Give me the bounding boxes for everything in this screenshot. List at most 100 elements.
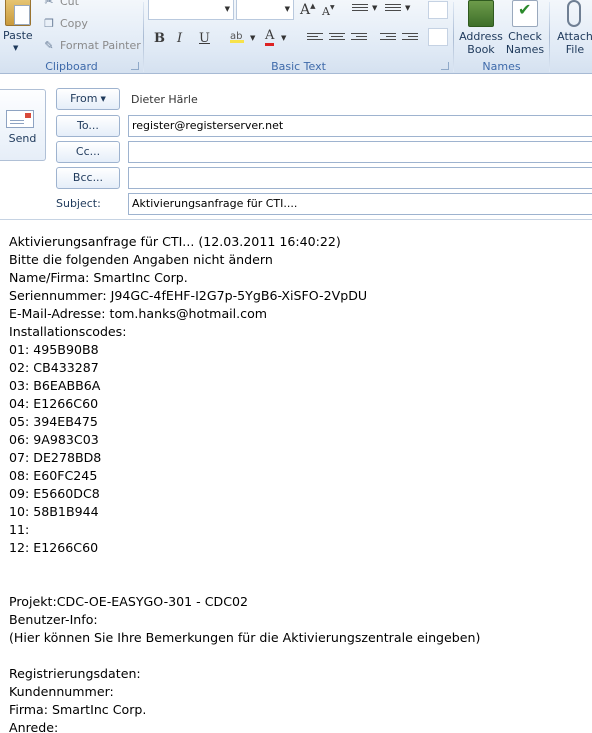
to-label: To... — [77, 119, 99, 132]
names-group: Address Book ✔ Check Names Names — [454, 0, 549, 73]
body-line: Bitte die folgenden Angaben nicht ändern — [9, 252, 273, 267]
bcc-label: Bcc... — [72, 171, 104, 184]
attach-file-button[interactable]: Attach File — [555, 0, 592, 56]
check-names-line1: Check — [508, 30, 542, 43]
cc-button[interactable]: Cc... — [56, 141, 120, 163]
underline-label: U — [199, 31, 210, 46]
copy-button[interactable]: ❐ Copy — [42, 17, 88, 30]
clipboard-launcher-icon[interactable] — [131, 62, 139, 70]
body-line: Kundennummer: — [9, 684, 114, 699]
shrink-font-button[interactable]: A▼ — [322, 4, 335, 18]
bold-button[interactable]: B — [154, 31, 165, 46]
body-line: 09: E5660DC8 — [9, 486, 100, 501]
body-line — [9, 575, 589, 593]
paintbrush-icon: ✎ — [44, 39, 54, 52]
body-line: 07: DE278BD8 — [9, 450, 102, 465]
checkmark-icon: ✔ — [518, 0, 532, 19]
numbering-icon[interactable] — [385, 4, 401, 16]
paste-button[interactable]: Paste ▼ — [0, 0, 36, 56]
format-painter-label: Format Painter — [60, 39, 141, 52]
align-left-icon[interactable] — [307, 33, 323, 45]
send-button[interactable]: Send — [0, 89, 46, 161]
chevron-down-icon[interactable]: ▼ — [13, 44, 18, 52]
chevron-down-icon[interactable]: ▼ — [281, 34, 286, 42]
address-book-button[interactable]: Address Book — [458, 0, 504, 56]
paperclip-icon — [567, 0, 581, 27]
chevron-down-icon[interactable]: ▼ — [405, 4, 410, 12]
body-line: 05: 394EB475 — [9, 414, 98, 429]
font-size-combo[interactable]: ▼ — [236, 0, 294, 20]
message-body[interactable]: Aktivierungsanfrage für CTI... (12.03.20… — [9, 233, 589, 733]
subject-field[interactable]: Aktivierungsanfrage für CTI.... — [128, 193, 592, 215]
subject-label: Subject: — [56, 197, 101, 210]
envelope-icon — [6, 110, 34, 128]
body-line — [9, 647, 589, 665]
body-line: Aktivierungsanfrage für CTI... (12.03.20… — [9, 234, 341, 249]
body-line: (Hier können Sie Ihre Bemerkungen für di… — [9, 630, 481, 645]
check-names-line2: Names — [505, 43, 545, 56]
italic-button[interactable]: I — [177, 31, 182, 46]
grow-font-label: A — [300, 2, 311, 18]
subject-value: Aktivierungsanfrage für CTI.... — [132, 197, 298, 210]
chevron-down-icon: ▼ — [100, 95, 106, 103]
scissors-icon: ✂ — [44, 0, 54, 8]
increase-indent-icon[interactable] — [402, 33, 418, 45]
check-names-button[interactable]: ✔ Check Names — [504, 0, 546, 56]
body-line: Name/Firma: SmartInc Corp. — [9, 270, 188, 285]
spelling-icon[interactable] — [428, 28, 448, 46]
group-divider — [549, 2, 550, 72]
from-label: From — [70, 92, 98, 105]
decrease-indent-icon[interactable] — [380, 33, 396, 45]
body-line: 08: E60FC245 — [9, 468, 98, 483]
basic-text-launcher-icon[interactable] — [441, 62, 449, 70]
ribbon: Paste ▼ ✂ Cut ❐ Copy ✎ Format Painter Clipb… — [0, 0, 592, 74]
header-divider — [0, 219, 592, 220]
cut-label: Cut — [60, 0, 79, 8]
font-color-button[interactable]: A — [265, 28, 275, 46]
copy-label: Copy — [60, 17, 88, 30]
from-button[interactable]: From ▼ — [56, 88, 120, 110]
to-button[interactable]: To... — [56, 115, 120, 137]
names-group-label: Names — [482, 60, 521, 73]
italic-label: I — [177, 31, 183, 46]
bullets-icon[interactable] — [352, 4, 368, 16]
cc-label: Cc... — [75, 145, 101, 158]
paste-label: Paste — [3, 29, 33, 42]
body-line: Anrede: — [9, 720, 59, 733]
attach-line1: Attach — [557, 30, 592, 43]
chevron-down-icon: ▼ — [284, 5, 290, 13]
copy-icon: ❐ — [44, 17, 54, 30]
body-line: 02: CB433287 — [9, 360, 99, 375]
body-line: Benutzer-Info: — [9, 612, 98, 627]
format-painter-button[interactable]: ✎ Format Painter — [42, 39, 141, 52]
bcc-button[interactable]: Bcc... — [56, 167, 120, 189]
chevron-down-icon[interactable]: ▼ — [250, 34, 255, 42]
body-line: 03: B6EABB6A — [9, 378, 101, 393]
underline-button[interactable]: U — [199, 31, 210, 46]
font-color-label: A — [265, 28, 275, 43]
chevron-down-icon: ▼ — [224, 5, 230, 13]
clipboard-group-label: Clipboard — [45, 60, 98, 73]
body-line: Registrierungsdaten: — [9, 666, 141, 681]
bcc-field[interactable] — [128, 167, 592, 189]
body-line: Seriennummer: J94GC-4fEHF-I2G7p-5YgB6-Xi… — [9, 288, 368, 303]
body-line: 11: — [9, 522, 30, 537]
body-line: 04: E1266C60 — [9, 396, 99, 411]
font-family-combo[interactable]: ▼ — [148, 0, 234, 20]
to-value: register@registerserver.net — [132, 119, 284, 132]
clipboard-icon — [5, 0, 31, 26]
align-right-icon[interactable] — [351, 33, 367, 45]
align-center-icon[interactable] — [329, 33, 345, 45]
check-names-icon: ✔ — [512, 0, 538, 27]
basic-text-group: ▼ ▼ A▲ A▼ ▼ ▼ B I U ab ▼ A ▼ Basic Text — [144, 0, 453, 73]
to-field[interactable]: register@registerserver.net — [128, 115, 592, 137]
send-label: Send — [8, 132, 37, 145]
body-line — [9, 557, 589, 575]
chevron-down-icon[interactable]: ▼ — [372, 4, 377, 12]
styles-icon[interactable] — [428, 1, 448, 19]
highlight-icon[interactable]: ab — [230, 31, 244, 43]
grow-font-button[interactable]: A▲ — [300, 2, 316, 18]
clipboard-group: Paste ▼ ✂ Cut ❐ Copy ✎ Format Painter Clipb… — [0, 0, 143, 73]
cut-button[interactable]: ✂ Cut — [42, 0, 79, 8]
cc-field[interactable] — [128, 141, 592, 163]
